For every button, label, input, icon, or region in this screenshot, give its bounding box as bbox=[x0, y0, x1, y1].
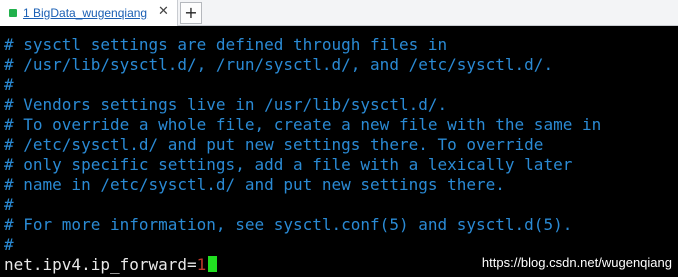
terminal-line: # only specific settings, add a file wit… bbox=[4, 155, 573, 174]
close-icon[interactable]: ✕ bbox=[157, 5, 170, 19]
terminal-line: # /etc/sysctl.d/ and put new settings th… bbox=[4, 135, 544, 154]
terminal-line: # /usr/lib/sysctl.d/, /run/sysctl.d/, an… bbox=[4, 55, 554, 74]
terminal-line: # bbox=[4, 75, 14, 94]
terminal-line: # bbox=[4, 235, 14, 254]
session-tab[interactable]: 1 BigData_wugenqiang ✕ bbox=[0, 0, 178, 26]
terminal-output[interactable]: # sysctl settings are defined through fi… bbox=[0, 26, 678, 277]
text-cursor bbox=[208, 256, 218, 272]
watermark: https://blog.csdn.net/wugenqiang bbox=[481, 255, 672, 270]
terminal-line: # For more information, see sysctl.conf(… bbox=[4, 215, 573, 234]
tab-bar: 1 BigData_wugenqiang ✕ + bbox=[0, 0, 678, 26]
terminal-line: # bbox=[4, 195, 14, 214]
terminal-line: # sysctl settings are defined through fi… bbox=[4, 35, 448, 54]
setting-line: net.ipv4.ip_forward=1 bbox=[4, 255, 218, 275]
terminal-line: # Vendors settings live in /usr/lib/sysc… bbox=[4, 95, 448, 114]
session-tab-label: 1 BigData_wugenqiang bbox=[23, 6, 148, 20]
terminal-line: # To override a whole file, create a new… bbox=[4, 115, 602, 134]
new-tab-button[interactable]: + bbox=[180, 2, 202, 24]
connection-status-icon bbox=[9, 9, 17, 17]
setting-key: net.ipv4.ip_forward= bbox=[4, 255, 197, 274]
setting-value: 1 bbox=[196, 255, 207, 274]
terminal-line: # name in /etc/sysctl.d/ and put new set… bbox=[4, 175, 505, 194]
